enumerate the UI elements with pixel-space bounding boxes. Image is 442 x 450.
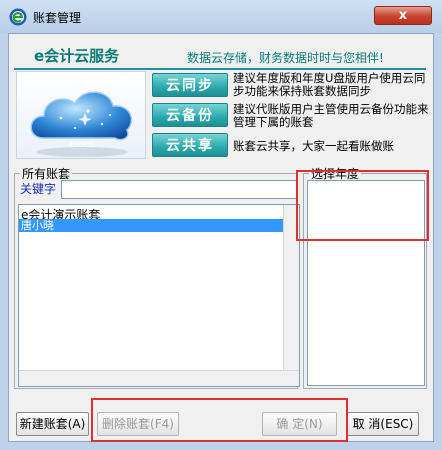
accounts-horizontal-scrollbar[interactable] — [19, 370, 299, 386]
cloud-share-button[interactable]: 云共享 — [152, 133, 228, 157]
close-icon: x — [398, 8, 408, 23]
close-button[interactable]: x — [374, 6, 432, 25]
keyword-label: 关键字 — [20, 182, 57, 196]
cloud-backup-button[interactable]: 云备份 — [152, 103, 228, 127]
cloud-illustration: CLOUD — [16, 71, 146, 159]
cloud-sync-button[interactable]: 云同步 — [152, 73, 228, 97]
header-divider — [14, 68, 426, 70]
highlight-box-buttons — [91, 398, 348, 442]
cancel-button[interactable]: 取 消(ESC) — [347, 412, 419, 436]
slogan: 数据云存储，财务数据时时与您相伴! — [187, 51, 384, 65]
cloud-backup-description: 建议代账版用户主管使用云备份功能来管理下属的账套 — [233, 102, 429, 129]
cloud-caption: CLOUD — [70, 141, 95, 149]
app-logo-icon — [9, 8, 27, 26]
list-item-selected[interactable]: 唐小晓 — [19, 219, 298, 232]
brand-title: e会计云服务 — [34, 47, 120, 65]
cloud-share-description: 账套云共享，大家一起看账做账 — [233, 139, 394, 153]
cloud-icon: CLOUD — [30, 91, 133, 157]
new-account-button[interactable]: 新建账套(A) — [16, 412, 89, 436]
cloud-sync-description: 建议年度版和年度U盘版用户使用云同步功能来保持账套数据同步 — [233, 71, 426, 98]
window-title: 账套管理 — [33, 11, 82, 25]
highlight-box-year — [296, 170, 429, 241]
keyword-input[interactable] — [61, 180, 297, 199]
